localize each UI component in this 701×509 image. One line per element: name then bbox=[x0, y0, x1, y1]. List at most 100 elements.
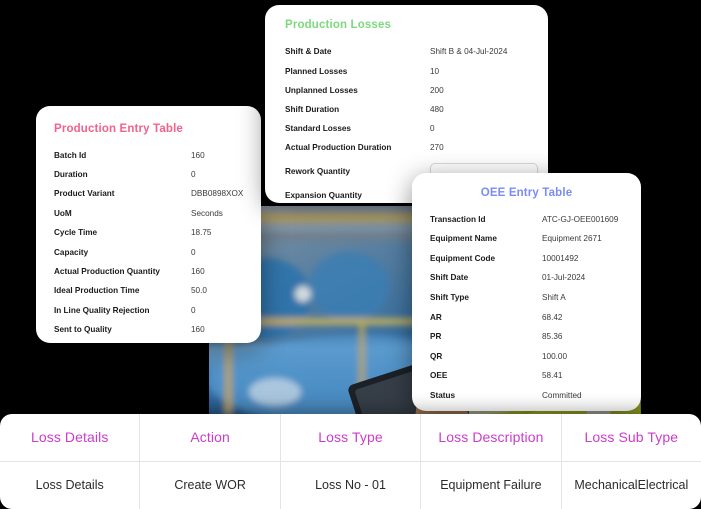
row-value: Shift B & 04-Jul-2024 bbox=[430, 47, 508, 57]
status-value: Committed bbox=[542, 391, 582, 401]
table-row: Shift Type Shift A bbox=[430, 288, 623, 308]
row-value: 200 bbox=[430, 85, 444, 95]
row-value: 160 bbox=[191, 150, 205, 160]
table-row: Duration 0 bbox=[54, 165, 243, 184]
row-value: DBB0898XOX bbox=[191, 189, 244, 199]
cell-loss-details: Loss Details bbox=[0, 461, 141, 509]
row-label: Cycle Time bbox=[54, 228, 98, 238]
production-entry-table-card: Production Entry Table Batch Id 160 Dura… bbox=[36, 106, 261, 343]
loss-table-header-row: Loss Details Action Loss Type Loss Descr… bbox=[0, 414, 701, 462]
table-row: Product Variant DBB0898XOX bbox=[54, 185, 243, 204]
row-label: Sent to Quality bbox=[54, 325, 112, 335]
table-row: Actual Production Duration 270 bbox=[285, 139, 528, 158]
row-value: 0 bbox=[191, 169, 196, 179]
row-label: Product Variant bbox=[54, 189, 115, 199]
expansion-quantity-label: Expansion Quantity bbox=[285, 190, 362, 200]
row-value: 50.0 bbox=[191, 286, 207, 296]
table-row: Equipment Name Equipment 2671 bbox=[430, 230, 623, 250]
row-label: In Line Quality Rejection bbox=[54, 305, 150, 315]
column-header-loss-sub-type: Loss Sub Type bbox=[584, 429, 679, 446]
row-value: 58.41 bbox=[542, 371, 563, 381]
column-header-loss-details: Loss Details bbox=[0, 414, 141, 461]
column-header-loss-description: Loss Description bbox=[421, 414, 562, 461]
table-row: In Line Quality Rejection 0 bbox=[54, 301, 243, 320]
row-value: 0 bbox=[191, 247, 196, 257]
cell-action-create-wor[interactable]: Create WOR bbox=[140, 461, 281, 509]
table-row[interactable]: Loss Details Create WOR Loss No - 01 Equ… bbox=[0, 461, 701, 509]
row-value: 0 bbox=[191, 305, 196, 315]
row-label: Shift & Date bbox=[285, 47, 332, 57]
table-row: Batch Id 160 bbox=[54, 146, 243, 165]
row-value: 480 bbox=[430, 105, 444, 115]
table-row: Capacity 0 bbox=[54, 243, 243, 262]
row-value: Seconds bbox=[191, 208, 223, 218]
row-label: Ideal Production Time bbox=[54, 286, 140, 296]
row-label: PR bbox=[430, 332, 442, 342]
table-row: UoM Seconds bbox=[54, 204, 243, 223]
row-label: AR bbox=[430, 312, 442, 322]
rework-quantity-label: Rework Quantity bbox=[285, 167, 351, 177]
row-value: 270 bbox=[430, 143, 444, 153]
table-row: QR 100.00 bbox=[430, 347, 623, 367]
row-value: 160 bbox=[191, 266, 205, 276]
row-label: Unplanned Losses bbox=[285, 85, 358, 95]
row-value: Shift A bbox=[542, 293, 566, 303]
row-value: 18.75 bbox=[191, 228, 212, 238]
cell-loss-type: Loss No - 01 bbox=[281, 461, 422, 509]
row-label: Status bbox=[430, 391, 456, 401]
oee-entry-table-rows: Transaction Id ATC-GJ-OEE001609 Equipmen… bbox=[430, 210, 623, 406]
column-header-action: Action bbox=[140, 414, 281, 461]
row-label: Transaction Id bbox=[430, 214, 486, 224]
row-value: 68.42 bbox=[542, 312, 563, 322]
row-label: Shift Date bbox=[430, 273, 469, 283]
production-entry-table-rows: Batch Id 160 Duration 0 Product Variant … bbox=[54, 146, 243, 340]
production-losses-title: Production Losses bbox=[285, 19, 392, 31]
row-value: 10 bbox=[430, 66, 440, 76]
table-row: Sent to Quality 160 bbox=[54, 321, 243, 340]
table-row: Planned Losses 10 bbox=[285, 62, 528, 81]
row-label: OEE bbox=[430, 371, 448, 381]
table-row: OEE 58.41 bbox=[430, 367, 623, 387]
row-label: Duration bbox=[54, 169, 88, 179]
row-label: Actual Production Duration bbox=[285, 143, 392, 153]
row-label: QR bbox=[430, 351, 443, 361]
table-row: Ideal Production Time 50.0 bbox=[54, 282, 243, 301]
cell-loss-sub-type: Mechanical Electrical bbox=[574, 478, 689, 493]
loss-details-table: Loss Details Action Loss Type Loss Descr… bbox=[0, 414, 701, 509]
table-row: Shift Date 01-Jul-2024 bbox=[430, 269, 623, 289]
table-row: Transaction Id ATC-GJ-OEE001609 bbox=[430, 210, 623, 230]
table-row: Unplanned Losses 200 bbox=[285, 81, 528, 100]
oee-entry-table-title: OEE Entry Table bbox=[480, 187, 573, 199]
column-header-loss-type: Loss Type bbox=[281, 414, 422, 461]
row-label: Batch Id bbox=[54, 150, 87, 160]
row-value: Equipment 2671 bbox=[542, 234, 602, 244]
table-row: Standard Losses 0 bbox=[285, 120, 528, 139]
row-value: 01-Jul-2024 bbox=[542, 273, 586, 283]
row-value: 160 bbox=[191, 325, 205, 335]
row-value: 85.36 bbox=[542, 332, 563, 342]
table-row: Shift & Date Shift B & 04-Jul-2024 bbox=[285, 43, 528, 62]
row-label: Capacity bbox=[54, 247, 89, 257]
cell-loss-description: Equipment Failure bbox=[421, 461, 562, 509]
row-label: Equipment Code bbox=[430, 253, 496, 263]
row-label: Actual Production Quantity bbox=[54, 266, 160, 276]
row-value: 100.00 bbox=[542, 351, 568, 361]
table-row: Status Committed bbox=[430, 386, 623, 406]
table-row: PR 85.36 bbox=[430, 328, 623, 348]
row-label: Shift Type bbox=[430, 293, 469, 303]
row-label: UoM bbox=[54, 208, 72, 218]
table-row: Actual Production Quantity 160 bbox=[54, 262, 243, 281]
table-row: Shift Duration 480 bbox=[285, 101, 528, 120]
row-value: 10001492 bbox=[542, 253, 579, 263]
row-label: Planned Losses bbox=[285, 66, 348, 76]
row-value: 0 bbox=[430, 124, 435, 134]
table-row: Cycle Time 18.75 bbox=[54, 224, 243, 243]
table-row: Equipment Code 10001492 bbox=[430, 249, 623, 269]
row-value: ATC-GJ-OEE001609 bbox=[542, 214, 619, 224]
row-label: Shift Duration bbox=[285, 105, 340, 115]
row-label: Equipment Name bbox=[430, 234, 497, 244]
row-label: Standard Losses bbox=[285, 124, 351, 134]
production-entry-table-title: Production Entry Table bbox=[54, 123, 183, 135]
oee-entry-table-card: OEE Entry Table Transaction Id ATC-GJ-OE… bbox=[412, 173, 641, 411]
table-row: AR 68.42 bbox=[430, 308, 623, 328]
